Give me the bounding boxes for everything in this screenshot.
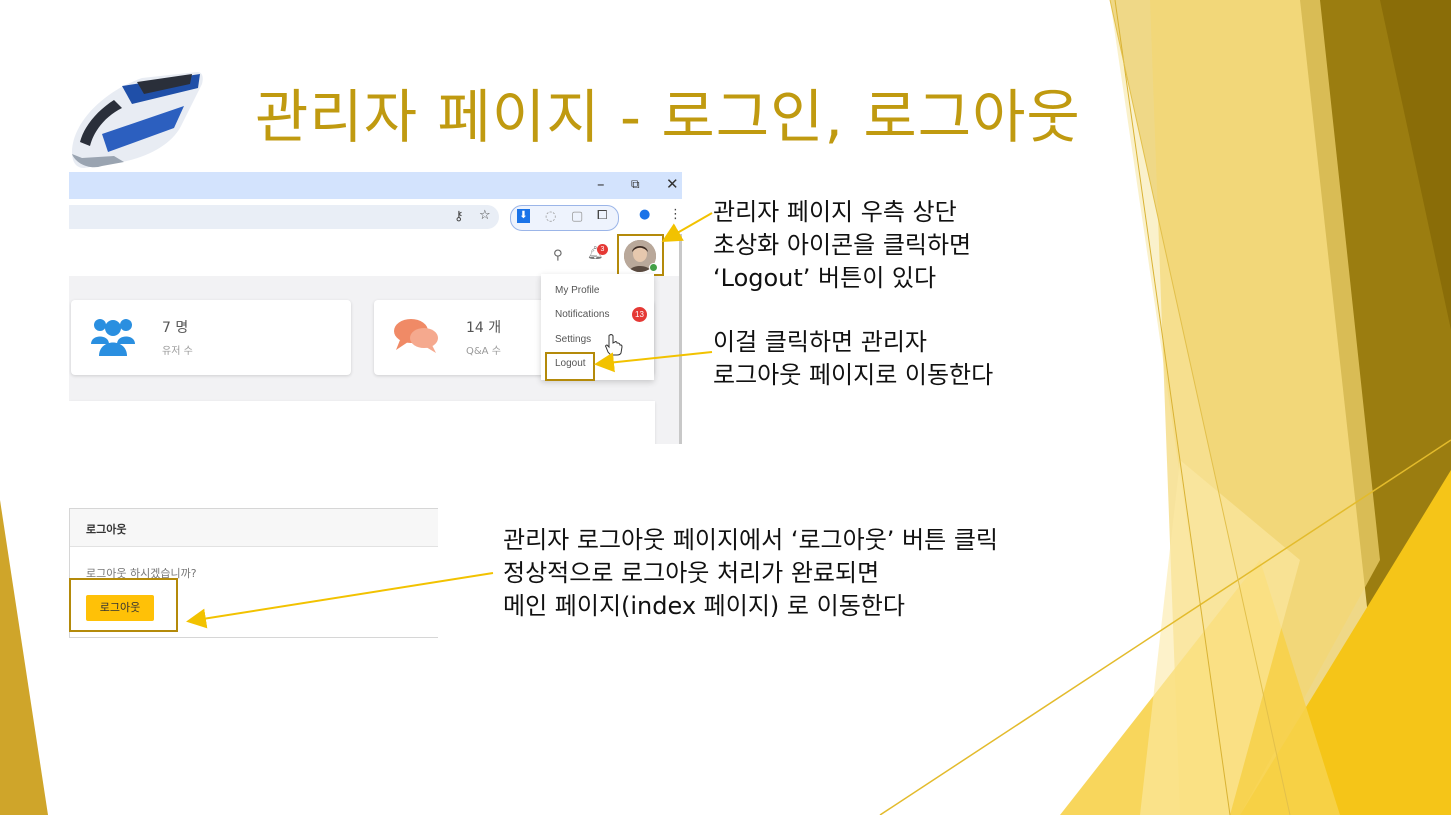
download-extension-icon[interactable]: ⬇: [517, 209, 530, 223]
note-line: 정상적으로 로그아웃 처리가 완료되면: [503, 559, 880, 587]
note-logout-link: 이걸 클릭하면 관리자 로그아웃 페이지로 이동한다: [713, 326, 993, 392]
browser-titlebar: – ⧉ ✕: [69, 172, 682, 199]
content-panel: [69, 401, 655, 444]
qna-count: 14 개: [466, 320, 502, 336]
qna-label: Q&A 수: [466, 346, 501, 357]
notifications-count-badge: 13: [632, 307, 647, 322]
chat-bubbles-icon: [394, 319, 438, 353]
account-icon[interactable]: ●: [639, 207, 650, 222]
logout-card-title: 로그아웃: [86, 523, 127, 536]
logout-card-header: 로그아웃: [70, 509, 438, 547]
users-label: 유저 수: [162, 346, 193, 357]
minimize-button[interactable]: –: [597, 175, 605, 193]
logout-button-highlight-box: [69, 578, 178, 632]
avatar-highlight-box: [617, 234, 664, 276]
note-line: 초상화 아이콘을 클릭하면: [713, 231, 972, 259]
users-count: 7 명: [162, 320, 189, 336]
slide-title: 관리자 페이지 - 로그인, 로그아웃: [255, 83, 1081, 151]
notification-count-badge: 3: [597, 244, 608, 255]
puzzle-icon[interactable]: ⧠: [597, 208, 607, 223]
menu-item-settings[interactable]: Settings: [555, 334, 591, 345]
address-bar[interactable]: [69, 205, 499, 229]
key-icon[interactable]: ⚷: [454, 209, 464, 224]
hand-cursor-icon: [605, 334, 623, 356]
extension-icon[interactable]: ▢: [571, 209, 583, 224]
menu-item-notifications[interactable]: Notifications: [555, 309, 609, 320]
extension-icon[interactable]: ◌: [545, 209, 556, 224]
note-line: 관리자 로그아웃 페이지에서 ‘로그아웃’ 버튼 클릭: [503, 526, 999, 554]
train-illustration: [72, 72, 203, 168]
note-line: 로그아웃 페이지로 이동한다: [713, 361, 994, 389]
search-icon[interactable]: ⚲: [553, 248, 563, 263]
extensions-group: ⬇ ◌ ▢ ⧠: [510, 205, 619, 231]
restore-button[interactable]: ⧉: [631, 177, 640, 192]
scrollbar[interactable]: [679, 234, 682, 444]
menu-item-my-profile[interactable]: My Profile: [555, 285, 599, 296]
star-icon[interactable]: ☆: [479, 208, 491, 223]
users-icon: [91, 319, 135, 356]
close-button[interactable]: ✕: [666, 175, 679, 193]
logout-highlight-box: [545, 352, 595, 381]
note-avatar-menu: 관리자 페이지 우측 상단 초상화 아이콘을 클릭하면 ‘Logout’ 버튼이…: [713, 196, 971, 295]
note-line: 관리자 페이지 우측 상단: [713, 198, 957, 226]
browser-toolbar: ⚷ ☆ ⬇ ◌ ▢ ⧠ ● ⋮: [69, 199, 682, 235]
note-line: 메인 페이지(index 페이지) 로 이동한다: [503, 592, 905, 620]
admin-dashboard-screenshot: – ⧉ ✕ ⚷ ☆ ⬇ ◌ ▢ ⧠ ● ⋮ ⚲ 🔔︎ 3 7 명 유저 수 14…: [69, 172, 682, 444]
note-logout-page: 관리자 로그아웃 페이지에서 ‘로그아웃’ 버튼 클릭 정상적으로 로그아웃 처…: [503, 524, 998, 623]
note-line: 이걸 클릭하면 관리자: [713, 328, 927, 356]
more-menu-icon[interactable]: ⋮: [669, 207, 682, 222]
note-line: ‘Logout’ 버튼이 있다: [713, 264, 937, 292]
admin-topbar: ⚲ 🔔︎: [69, 234, 682, 276]
stat-card-users: 7 명 유저 수: [71, 300, 351, 375]
